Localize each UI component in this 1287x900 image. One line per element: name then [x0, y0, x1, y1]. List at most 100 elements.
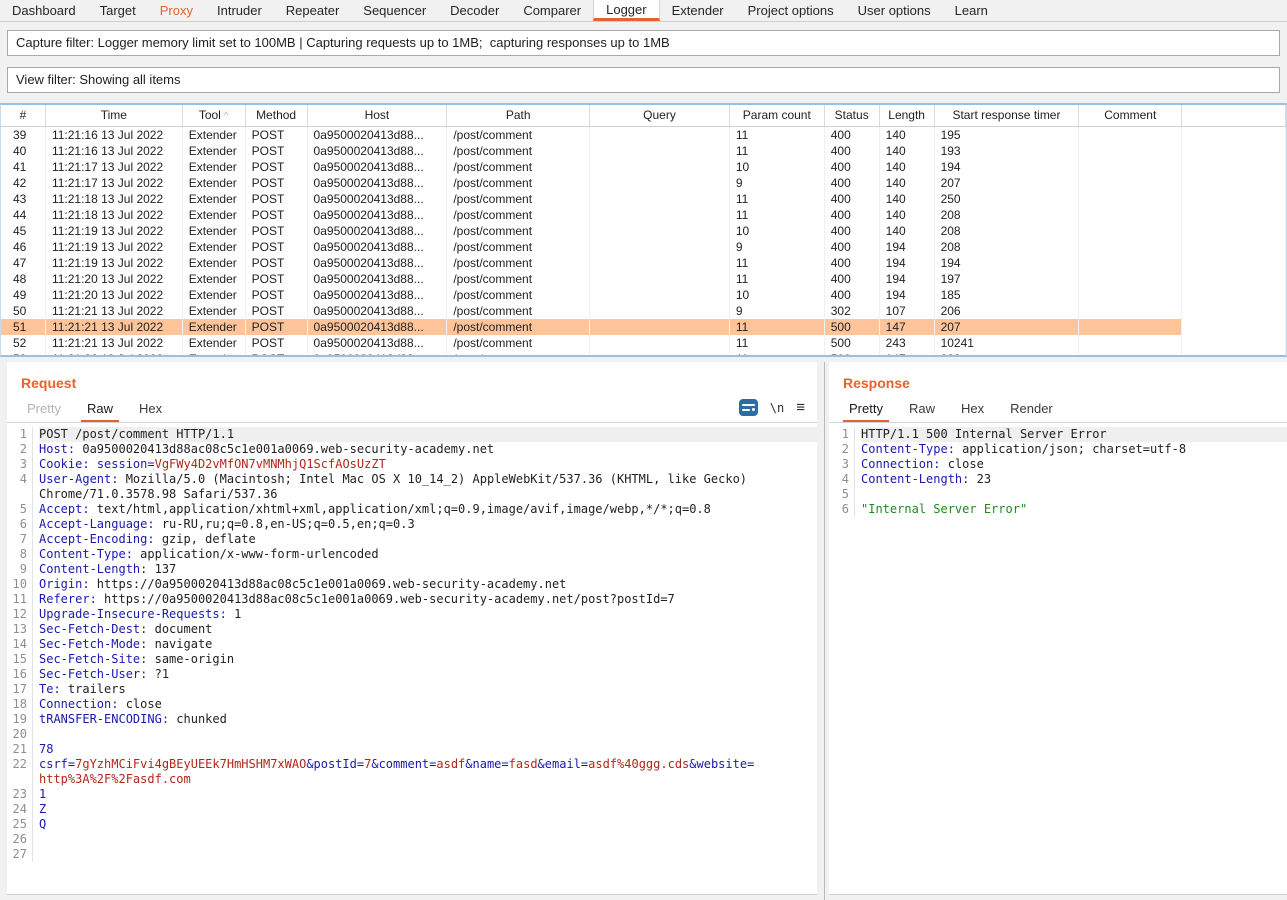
cell-comment — [1079, 319, 1182, 335]
capture-filter-bar[interactable]: Capture filter: Logger memory limit set … — [7, 30, 1280, 56]
response-tab-render[interactable]: Render — [1004, 401, 1059, 422]
cell-query — [590, 271, 730, 287]
log-row-42[interactable]: 4211:21:17 13 Jul 2022ExtenderPOST0a9500… — [1, 175, 1286, 191]
request-editor[interactable]: 1POST /post/comment HTTP/1.12Host: 0a950… — [7, 423, 817, 894]
column-header-path[interactable]: Path — [447, 105, 590, 126]
column-header-start-response-timer[interactable]: Start response timer — [935, 105, 1080, 126]
cell-method: POST — [246, 287, 308, 303]
editor-line: 6"Internal Server Error" — [829, 502, 1287, 517]
log-row-43[interactable]: 4311:21:18 13 Jul 2022ExtenderPOST0a9500… — [1, 191, 1286, 207]
line-number: 14 — [7, 637, 33, 652]
line-number: 2 — [829, 442, 855, 457]
editor-menu-icon[interactable]: ≡ — [796, 400, 805, 415]
log-row-51[interactable]: 5111:21:21 13 Jul 2022ExtenderPOST0a9500… — [1, 319, 1286, 335]
cell-length: 243 — [880, 335, 935, 351]
response-tab-hex[interactable]: Hex — [955, 401, 990, 422]
menu-tab-target[interactable]: Target — [88, 0, 148, 21]
column-header-host[interactable]: Host — [308, 105, 448, 126]
cell-start-response-timer: 207 — [935, 319, 1080, 335]
menu-tab-sequencer[interactable]: Sequencer — [351, 0, 438, 21]
column-header-spacer[interactable] — [1182, 105, 1286, 126]
cell-param-count: 9 — [730, 239, 825, 255]
cell-blank: 44 — [1, 207, 46, 223]
menu-tab-proxy[interactable]: Proxy — [148, 0, 205, 21]
cell-status: 500 — [825, 351, 880, 357]
cell-spacer — [1182, 255, 1286, 271]
cell-blank: 47 — [1, 255, 46, 271]
cell-status: 400 — [825, 159, 880, 175]
log-row-49[interactable]: 4911:21:20 13 Jul 2022ExtenderPOST0a9500… — [1, 287, 1286, 303]
search-bar-toggle-icon[interactable] — [739, 399, 758, 416]
menu-tab-project-options[interactable]: Project options — [736, 0, 846, 21]
log-row-44[interactable]: 4411:21:18 13 Jul 2022ExtenderPOST0a9500… — [1, 207, 1286, 223]
cell-start-response-timer: 208 — [935, 239, 1080, 255]
editor-line: 19tRANSFER-ENCODING: chunked — [7, 712, 817, 727]
log-row-39[interactable]: 3911:21:16 13 Jul 2022ExtenderPOST0a9500… — [1, 127, 1286, 143]
menu-tab-extender[interactable]: Extender — [660, 0, 736, 21]
cell-path: /post/comment — [447, 159, 590, 175]
log-row-48[interactable]: 4811:21:20 13 Jul 2022ExtenderPOST0a9500… — [1, 271, 1286, 287]
cell-path: /post/comment — [447, 175, 590, 191]
cell-tool: Extender — [183, 127, 246, 143]
log-row-47[interactable]: 4711:21:19 13 Jul 2022ExtenderPOST0a9500… — [1, 255, 1286, 271]
cell-blank: 43 — [1, 191, 46, 207]
panel-splitter[interactable] — [824, 362, 827, 900]
menu-tab-decoder[interactable]: Decoder — [438, 0, 511, 21]
column-header-param-count[interactable]: Param count — [730, 105, 825, 126]
cell-host: 0a9500020413d88... — [308, 351, 448, 357]
cell-host: 0a9500020413d88... — [308, 207, 448, 223]
menu-tab-intruder[interactable]: Intruder — [205, 0, 274, 21]
column-header-blank[interactable]: # — [1, 105, 46, 126]
request-tab-hex[interactable]: Hex — [133, 401, 168, 422]
line-number: 10 — [7, 577, 33, 592]
log-row-40[interactable]: 4011:21:16 13 Jul 2022ExtenderPOST0a9500… — [1, 143, 1286, 159]
cell-host: 0a9500020413d88... — [308, 191, 448, 207]
line-number: 3 — [7, 457, 33, 472]
cell-query — [590, 319, 730, 335]
log-row-50[interactable]: 5011:21:21 13 Jul 2022ExtenderPOST0a9500… — [1, 303, 1286, 319]
cell-query — [590, 255, 730, 271]
log-row-41[interactable]: 4111:21:17 13 Jul 2022ExtenderPOST0a9500… — [1, 159, 1286, 175]
line-number: 26 — [7, 832, 33, 847]
column-header-tool[interactable]: Tool^ — [183, 105, 246, 126]
cell-comment — [1079, 143, 1182, 159]
column-header-comment[interactable]: Comment — [1079, 105, 1182, 126]
log-row-52[interactable]: 5211:21:21 13 Jul 2022ExtenderPOST0a9500… — [1, 335, 1286, 351]
menu-tab-user-options[interactable]: User options — [846, 0, 943, 21]
log-row-46[interactable]: 4611:21:19 13 Jul 2022ExtenderPOST0a9500… — [1, 239, 1286, 255]
line-number: 16 — [7, 667, 33, 682]
menu-tab-dashboard[interactable]: Dashboard — [0, 0, 88, 21]
editor-line: 8Content-Type: application/x-www-form-ur… — [7, 547, 817, 562]
cell-length: 194 — [880, 255, 935, 271]
request-tab-pretty[interactable]: Pretty — [21, 401, 67, 422]
response-tab-pretty[interactable]: Pretty — [843, 401, 889, 422]
cell-spacer — [1182, 175, 1286, 191]
column-header-time[interactable]: Time — [46, 105, 183, 126]
editor-line: 22csrf=7gYzhMCiFvi4gBEyUEEk7HmHSHM7xWAO&… — [7, 757, 817, 772]
cell-param-count: 9 — [730, 175, 825, 191]
menu-tab-comparer[interactable]: Comparer — [511, 0, 593, 21]
log-row-53[interactable]: 5311:21:22 13 Jul 2022ExtenderPOST0a9500… — [1, 351, 1286, 357]
column-header-length[interactable]: Length — [880, 105, 935, 126]
cell-method: POST — [246, 351, 308, 357]
request-tab-raw[interactable]: Raw — [81, 401, 119, 422]
cell-start-response-timer: 207 — [935, 175, 1080, 191]
column-header-method[interactable]: Method — [246, 105, 308, 126]
log-row-45[interactable]: 4511:21:19 13 Jul 2022ExtenderPOST0a9500… — [1, 223, 1286, 239]
menu-tab-learn[interactable]: Learn — [943, 0, 1000, 21]
column-header-query[interactable]: Query — [590, 105, 730, 126]
editor-line: 2Host: 0a9500020413d88ac08c5c1e001a0069.… — [7, 442, 817, 457]
menu-tab-repeater[interactable]: Repeater — [274, 0, 351, 21]
response-editor[interactable]: 1HTTP/1.1 500 Internal Server Error2Cont… — [829, 423, 1287, 894]
cell-param-count: 9 — [730, 303, 825, 319]
column-header-status[interactable]: Status — [825, 105, 880, 126]
cell-time: 11:21:17 13 Jul 2022 — [46, 159, 183, 175]
view-filter-bar[interactable]: View filter: Showing all items — [7, 67, 1280, 93]
show-newlines-icon[interactable]: \n — [770, 401, 784, 415]
cell-length: 107 — [880, 303, 935, 319]
main-menu-bar: DashboardTargetProxyIntruderRepeaterSequ… — [0, 0, 1287, 22]
cell-method: POST — [246, 223, 308, 239]
line-number: 22 — [7, 757, 33, 772]
response-tab-raw[interactable]: Raw — [903, 401, 941, 422]
menu-tab-logger[interactable]: Logger — [593, 0, 659, 21]
